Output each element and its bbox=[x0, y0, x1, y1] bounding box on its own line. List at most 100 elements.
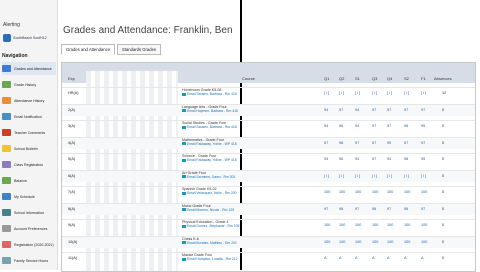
teacher-email-link[interactable]: Email Bondan, Mathieu - Rm 201 bbox=[182, 241, 242, 245]
teacher-email-link[interactable]: Email Faidaway, Yoline - WP 415 bbox=[182, 142, 242, 146]
grade-cell[interactable]: 100 bbox=[404, 223, 410, 227]
grade-cell[interactable]: 100 bbox=[339, 190, 345, 194]
sidebar-item[interactable]: Account Preferences bbox=[2, 222, 56, 235]
grade-cell[interactable]: 100 bbox=[372, 223, 378, 227]
grade-cell[interactable]: 96 bbox=[404, 207, 408, 211]
grade-cell[interactable]: 97 bbox=[421, 141, 425, 145]
grade-cell[interactable]: 97 bbox=[324, 207, 328, 211]
absences-cell[interactable]: 0 bbox=[442, 108, 444, 112]
absences-cell[interactable]: 0 bbox=[442, 157, 444, 161]
teacher-email-link[interactable]: Email Sarmient, Dawn - Rm 301 bbox=[182, 175, 242, 179]
sidebar-item[interactable]: Grade History bbox=[2, 78, 56, 91]
absences-cell[interactable]: 0 bbox=[442, 256, 444, 260]
grade-cell[interactable]: 97 bbox=[372, 124, 376, 128]
grade-cell[interactable]: 94 bbox=[355, 124, 359, 128]
sidebar-item[interactable]: Family Service Hours bbox=[2, 254, 56, 267]
grade-cell[interactable]: 100 bbox=[421, 240, 427, 244]
grade-cell[interactable]: 97 bbox=[355, 207, 359, 211]
grade-cell[interactable]: 95 bbox=[421, 157, 425, 161]
grade-cell[interactable]: 96 bbox=[372, 207, 376, 211]
grade-cell[interactable]: 96 bbox=[339, 124, 343, 128]
grade-cell[interactable]: 97 bbox=[387, 124, 391, 128]
school-logo[interactable]: SouthBeach SoufH12 bbox=[3, 32, 53, 44]
grade-cell[interactable]: 97 bbox=[421, 108, 425, 112]
absences-cell[interactable]: 0 bbox=[442, 124, 444, 128]
grade-cell[interactable]: 96 bbox=[339, 157, 343, 161]
sidebar-item[interactable]: Grades and Attendance bbox=[2, 62, 56, 75]
absences-cell[interactable]: 0 bbox=[442, 141, 444, 145]
absences-cell[interactable]: 0 bbox=[442, 174, 444, 178]
grade-cell[interactable]: 94 bbox=[324, 108, 328, 112]
tab-grades-and-attendance[interactable]: Grades and Attendance bbox=[61, 44, 116, 55]
grade-cell[interactable]: [ i ] bbox=[355, 91, 360, 95]
teacher-email-link[interactable]: Email Haymen, Barbara - Rm 416 bbox=[182, 109, 242, 113]
sidebar-item[interactable]: School Information bbox=[2, 206, 56, 219]
grade-cell[interactable]: 97 bbox=[421, 207, 425, 211]
grade-cell[interactable]: [ i ] bbox=[372, 174, 377, 178]
grade-cell[interactable]: 99 bbox=[387, 141, 391, 145]
grade-cell[interactable]: 100 bbox=[421, 190, 427, 194]
grade-cell[interactable]: 96 bbox=[404, 157, 408, 161]
grade-cell[interactable]: 100 bbox=[324, 240, 330, 244]
grade-cell[interactable]: 100 bbox=[339, 240, 345, 244]
grade-cell[interactable]: 100 bbox=[404, 190, 410, 194]
sidebar-item[interactable]: Balance bbox=[2, 174, 56, 187]
grade-cell[interactable]: 100 bbox=[339, 223, 345, 227]
grade-cell[interactable]: A bbox=[339, 256, 342, 260]
grade-cell[interactable]: [ i ] bbox=[372, 91, 377, 95]
grade-cell[interactable]: 100 bbox=[355, 240, 361, 244]
grade-cell[interactable]: [ i ] bbox=[387, 91, 392, 95]
grade-cell[interactable]: [ i ] bbox=[355, 174, 360, 178]
grade-cell[interactable]: 95 bbox=[421, 124, 425, 128]
teacher-email-link[interactable]: Email Velasquez, Nolin - Rm 200 bbox=[182, 191, 242, 195]
grade-cell[interactable]: 100 bbox=[324, 223, 330, 227]
grade-cell[interactable]: 97 bbox=[355, 141, 359, 145]
grade-cell[interactable]: [ i ] bbox=[339, 174, 344, 178]
grade-cell[interactable]: [ i ] bbox=[339, 91, 344, 95]
grade-cell[interactable]: 97 bbox=[372, 108, 376, 112]
grade-cell[interactable]: [ i ] bbox=[324, 91, 329, 95]
grade-cell[interactable]: 94 bbox=[355, 108, 359, 112]
grade-cell[interactable]: A bbox=[404, 256, 407, 260]
grade-cell[interactable]: 100 bbox=[404, 240, 410, 244]
teacher-email-link[interactable]: Email Gomez, Stephanie - Rm 105 bbox=[182, 224, 242, 228]
sidebar-item[interactable]: School Bulletin bbox=[2, 142, 56, 155]
grade-cell[interactable]: 94 bbox=[324, 124, 328, 128]
grade-cell[interactable]: 96 bbox=[339, 207, 343, 211]
grade-cell[interactable]: 97 bbox=[387, 108, 391, 112]
grade-cell[interactable]: [ i ] bbox=[404, 91, 409, 95]
grade-cell[interactable]: 97 bbox=[339, 108, 343, 112]
grade-cell[interactable]: [ i ] bbox=[404, 174, 409, 178]
grade-cell[interactable]: 97 bbox=[372, 141, 376, 145]
teacher-email-link[interactable]: Email Sausen, Barbara - Rm 416 bbox=[182, 125, 242, 129]
grade-cell[interactable]: 94 bbox=[355, 157, 359, 161]
grade-cell[interactable]: [ i ] bbox=[324, 174, 329, 178]
grade-cell[interactable]: [ i ] bbox=[421, 91, 426, 95]
grade-cell[interactable]: 100 bbox=[387, 190, 393, 194]
sidebar-item[interactable]: Class Registration bbox=[2, 158, 56, 171]
grade-cell[interactable]: 100 bbox=[355, 223, 361, 227]
absences-cell[interactable]: 0 bbox=[442, 223, 444, 227]
grade-cell[interactable]: 100 bbox=[372, 240, 378, 244]
grade-cell[interactable]: 94 bbox=[324, 157, 328, 161]
teacher-email-link[interactable]: Email Faidaway, Yoline - WP 415 bbox=[182, 158, 242, 162]
grade-cell[interactable]: A bbox=[387, 256, 390, 260]
sidebar-item[interactable]: Attendance History bbox=[2, 94, 56, 107]
grade-cell[interactable]: 100 bbox=[355, 190, 361, 194]
grade-cell[interactable]: 97 bbox=[404, 108, 408, 112]
grade-cell[interactable]: 94 bbox=[387, 157, 391, 161]
absences-cell[interactable]: 12 bbox=[442, 91, 446, 95]
absences-cell[interactable]: 0 bbox=[442, 207, 444, 211]
grade-cell[interactable]: [ i ] bbox=[387, 174, 392, 178]
alerting-label[interactable]: Alerting bbox=[3, 22, 20, 28]
grade-cell[interactable]: 97 bbox=[324, 141, 328, 145]
grade-cell[interactable]: A bbox=[372, 256, 375, 260]
grade-cell[interactable]: 97 bbox=[387, 207, 391, 211]
grade-cell[interactable]: A bbox=[355, 256, 358, 260]
grade-cell[interactable]: 100 bbox=[387, 223, 393, 227]
tab-standards-grades[interactable]: Standards Grades bbox=[117, 44, 162, 55]
grade-cell[interactable]: 97 bbox=[372, 157, 376, 161]
grade-cell[interactable]: 98 bbox=[339, 141, 343, 145]
teacher-email-link[interactable]: Email Hampton, Loratta - Rm 212 bbox=[182, 257, 242, 261]
grade-cell[interactable]: A bbox=[421, 256, 424, 260]
